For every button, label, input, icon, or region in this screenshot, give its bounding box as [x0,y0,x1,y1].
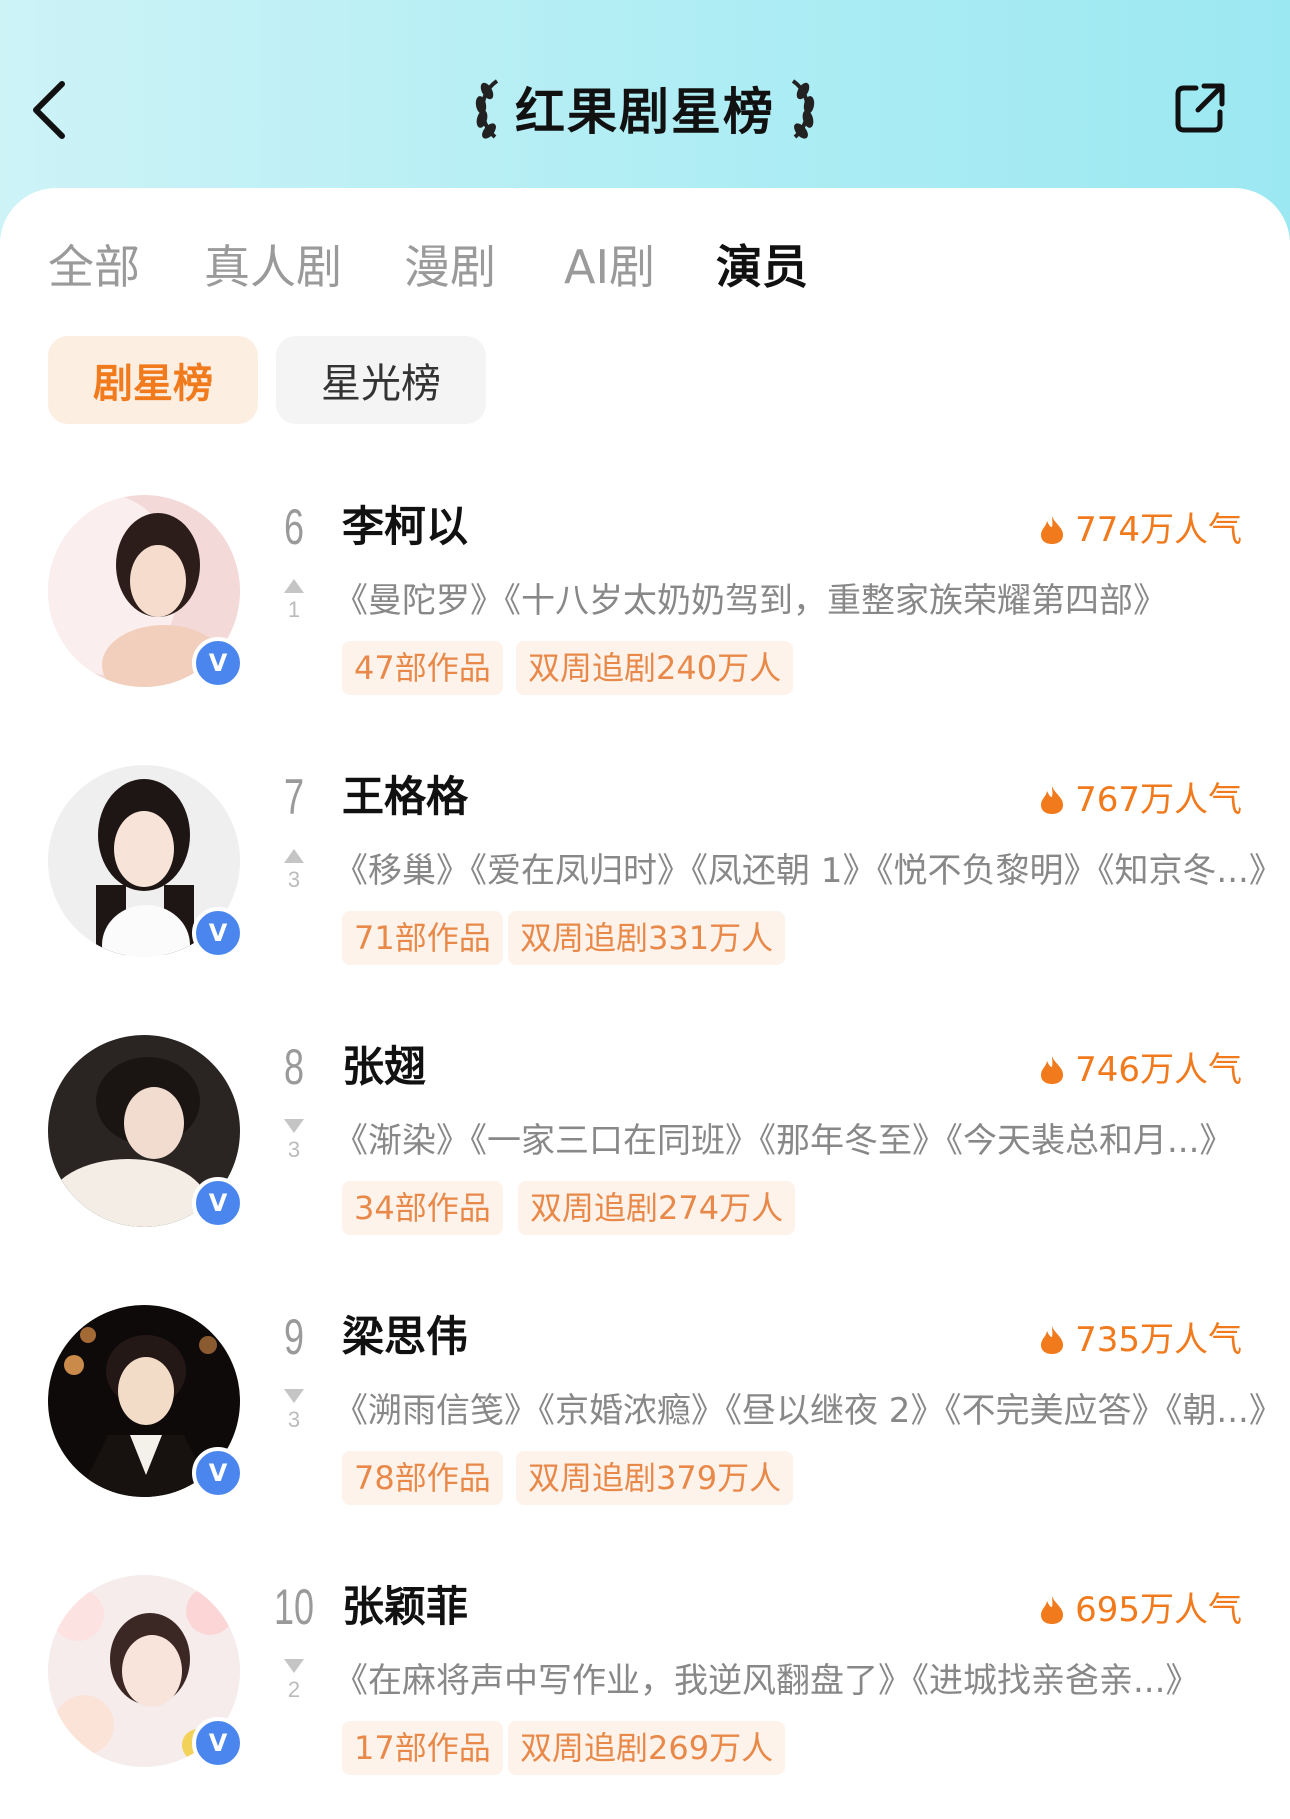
header: 红果剧星榜 [0,0,1290,190]
trend-down-icon [284,1659,304,1673]
rank-number: 7 [283,769,305,825]
works-list: 《溯雨信笺》《京婚浓瘾》《昼以继夜 2》《不完美应答》《朝...》 [334,1391,1283,1431]
rank-trend: 2 [282,1659,306,1729]
fire-icon [1041,1596,1064,1624]
popularity: 767万人气 [1039,775,1242,825]
rank-number: 6 [283,499,305,555]
fire-icon [1041,1326,1064,1354]
fire-icon [1041,786,1064,814]
verified-badge: V [192,1717,244,1769]
page-title-wrap: 红果剧星榜 [0,72,1290,152]
rank-trend: 3 [282,1119,306,1189]
verified-badge: V [192,907,244,959]
works-list: 《渐染》《一家三口在同班》《那年冬至》《今天裴总和月...》 [334,1121,1234,1161]
rank-number: 8 [283,1039,305,1095]
trend-value: 3 [287,1407,301,1432]
tab-live-action[interactable]: 真人剧 [204,232,342,302]
share-button[interactable] [1170,78,1230,138]
list-item[interactable]: V 10 2 张颖菲 695万人气 《在麻将声中写作业，我逆风翻盘了》《进城找亲… [0,1575,1290,1815]
popularity: 735万人气 [1039,1315,1242,1365]
trend-up-icon [284,579,304,593]
list-item[interactable]: V 6 1 李柯以 774万人气 《曼陀罗》《十八岁太奶奶驾到，重整家族荣耀第四… [0,495,1290,735]
follow-count-tag: 双周追剧240万人 [516,641,794,695]
verified-badge: V [192,1177,244,1229]
works-count-tag: 78部作品 [342,1451,503,1505]
popularity-value: 767万人气 [1075,780,1242,820]
trend-up-icon [284,849,304,863]
fire-icon [1041,1056,1064,1084]
popularity-value: 695万人气 [1075,1590,1242,1630]
works-count-tag: 47部作品 [342,641,503,695]
rank-trend: 3 [282,1389,306,1459]
actor-name[interactable]: 李柯以 [342,499,468,555]
actor-name[interactable]: 张翅 [342,1039,426,1095]
actor-name[interactable]: 梁思伟 [342,1309,468,1365]
works-count-tag: 71部作品 [342,911,503,965]
works-count-tag: 34部作品 [342,1181,503,1235]
works-list: 《在麻将声中写作业，我逆风翻盘了》《进城找亲爸亲...》 [334,1661,1200,1701]
list-item[interactable]: V 9 3 梁思伟 735万人气 《溯雨信笺》《京婚浓瘾》《昼以继夜 2》《不完… [0,1305,1290,1545]
list-item[interactable]: V 7 3 王格格 767万人气 《移巢》《爱在凤归时》《凤还朝 1》《悦不负黎… [0,765,1290,1005]
tab-ai[interactable]: AI剧 [564,232,655,302]
trend-value: 3 [287,867,301,892]
popularity-value: 774万人气 [1075,510,1242,550]
popularity-value: 735万人气 [1075,1320,1242,1360]
fire-icon [1041,516,1064,544]
trend-value: 3 [287,1137,301,1162]
actor-name[interactable]: 王格格 [342,769,468,825]
rank-trend: 3 [282,849,306,919]
works-list: 《移巢》《爱在凤归时》《凤还朝 1》《悦不负黎明》《知京冬...》 [334,851,1283,891]
trend-value: 2 [287,1677,301,1702]
follow-count-tag: 双周追剧274万人 [518,1181,796,1235]
share-icon [1175,83,1225,133]
follow-count-tag: 双周追剧331万人 [508,911,786,965]
rank-trend: 1 [282,579,306,649]
subtab-drama-star[interactable]: 剧星榜 [48,336,258,424]
trend-down-icon [284,1389,304,1403]
popularity: 774万人气 [1039,505,1242,555]
subtab-starlight[interactable]: 星光榜 [276,336,486,424]
trend-down-icon [284,1119,304,1133]
actor-name[interactable]: 张颖菲 [342,1579,468,1635]
tab-actors[interactable]: 演员 [716,232,808,302]
trend-value: 1 [287,597,301,622]
popularity: 695万人气 [1039,1585,1242,1635]
rank-number: 10 [273,1579,315,1635]
popularity-value: 746万人气 [1075,1050,1242,1090]
popularity: 746万人气 [1039,1045,1242,1095]
follow-count-tag: 双周追剧269万人 [508,1721,786,1775]
verified-badge: V [192,1447,244,1499]
laurel-left-icon [475,79,499,139]
tab-comic[interactable]: 漫剧 [404,232,496,302]
rank-number: 9 [283,1309,305,1365]
list-item[interactable]: V 8 3 张翅 746万人气 《渐染》《一家三口在同班》《那年冬至》《今天裴总… [0,1035,1290,1275]
verified-badge: V [192,637,244,689]
page-title: 红果剧星榜 [515,83,775,141]
follow-count-tag: 双周追剧379万人 [516,1451,794,1505]
works-count-tag: 17部作品 [342,1721,503,1775]
works-list: 《曼陀罗》《十八岁太奶奶驾到，重整家族荣耀第四部》 [334,581,1167,621]
tab-all[interactable]: 全部 [48,232,140,302]
laurel-right-icon [791,79,815,139]
